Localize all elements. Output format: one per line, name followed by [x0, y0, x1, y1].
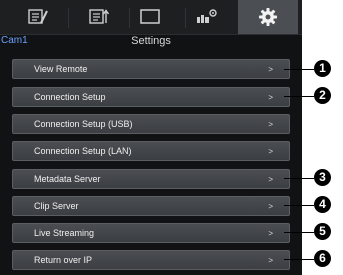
tab-edit-list[interactable] [8, 0, 68, 34]
menu-item-connection-setup-lan[interactable]: Connection Setup (LAN) > [12, 141, 290, 161]
menu-item-clip-server[interactable]: Clip Server > [12, 196, 290, 216]
menu-item-label: Live Streaming [34, 228, 95, 238]
chevron-right-icon: > [268, 147, 273, 156]
callout-line [284, 69, 314, 70]
menu-item-connection-setup-usb[interactable]: Connection Setup (USB) > [12, 114, 290, 134]
callout-badge: 6 [314, 250, 331, 267]
chevron-right-icon: > [268, 120, 273, 129]
gear-icon [259, 8, 277, 26]
chevron-right-icon: > [268, 175, 273, 184]
display-icon [140, 9, 160, 24]
chevron-right-icon: > [268, 229, 273, 238]
callout-badge: 2 [314, 87, 331, 104]
menu-item-label: Return over IP [34, 255, 93, 265]
tab-display[interactable] [120, 0, 180, 34]
menu-item-view-remote[interactable]: View Remote > [12, 59, 290, 79]
menu-item-label: View Remote [34, 64, 88, 74]
chevron-right-icon: > [268, 93, 273, 102]
tab-settings[interactable] [238, 0, 298, 34]
callout-badge: 4 [314, 196, 331, 213]
tab-bar [0, 0, 302, 35]
menu-item-live-streaming[interactable]: Live Streaming > [12, 223, 290, 243]
menu-item-label: Metadata Server [34, 174, 101, 184]
callout-line [284, 259, 314, 260]
page-title: Settings [131, 35, 171, 47]
callout-badge: 1 [314, 60, 331, 77]
callout-line [284, 178, 314, 179]
menu-item-label: Connection Setup [34, 92, 106, 102]
callout-line [284, 205, 314, 206]
tab-camera-settings[interactable] [177, 0, 237, 34]
menu-item-connection-setup[interactable]: Connection Setup > [12, 87, 290, 107]
upload-list-icon [89, 9, 110, 24]
chevron-right-icon: > [268, 65, 273, 74]
menu-item-metadata-server[interactable]: Metadata Server > [12, 169, 290, 189]
callout-line [284, 96, 314, 97]
menu-item-label: Connection Setup (USB) [34, 119, 133, 129]
callout-badge: 5 [314, 223, 331, 240]
chevron-right-icon: > [268, 202, 273, 211]
callout-line [284, 232, 314, 233]
edit-list-icon [28, 9, 48, 24]
device-screen: Cam1 Settings View Remote > Connection S… [0, 0, 302, 275]
menu-item-label: Connection Setup (LAN) [34, 146, 132, 156]
menu-item-return-over-ip[interactable]: Return over IP > [12, 250, 290, 270]
menu-item-label: Clip Server [34, 201, 79, 211]
chevron-right-icon: > [268, 256, 273, 265]
camera-gear-icon [197, 9, 217, 23]
callout-badge: 3 [314, 169, 331, 186]
